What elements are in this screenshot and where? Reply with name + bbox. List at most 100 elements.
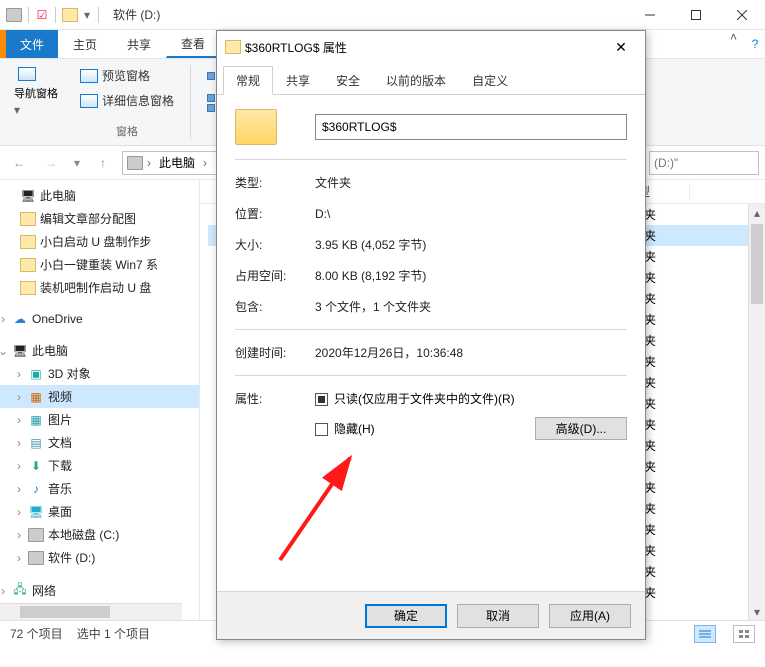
- maximize-button[interactable]: [673, 0, 719, 30]
- tab-home[interactable]: 主页: [58, 30, 112, 58]
- dialog-title: $360RTLOG$ 属性: [241, 39, 605, 56]
- contains-value: 3 个文件，1 个文件夹: [315, 298, 431, 315]
- dialog-close-button[interactable]: ✕: [605, 31, 637, 63]
- expand-icon[interactable]: ›: [14, 482, 24, 496]
- tree-onedrive[interactable]: ›☁OneDrive: [0, 309, 199, 329]
- back-button[interactable]: ←: [6, 150, 32, 176]
- folder-icon: [20, 258, 36, 272]
- advanced-button[interactable]: 高级(D)...: [535, 417, 627, 440]
- expand-icon[interactable]: ›: [14, 390, 24, 404]
- tree-network[interactable]: ›🖧网络: [0, 579, 199, 602]
- tree-music[interactable]: ›♪音乐: [0, 477, 199, 500]
- download-icon: ⬇: [28, 459, 44, 473]
- cancel-button[interactable]: 取消: [457, 604, 539, 628]
- tree-docs[interactable]: ›▤文档: [0, 431, 199, 454]
- tab-share[interactable]: 共享: [273, 66, 323, 95]
- qat-checkbox-icon[interactable]: ☑: [35, 8, 49, 22]
- quick-access-toolbar: ☑ ▾: [0, 7, 107, 23]
- expand-icon[interactable]: ›: [14, 551, 24, 565]
- apply-button[interactable]: 应用(A): [549, 604, 631, 628]
- network-icon: 🖧: [12, 584, 28, 598]
- nav-pane-button[interactable]: [14, 65, 40, 83]
- cube-icon: ▣: [28, 367, 44, 381]
- expand-icon[interactable]: ›: [0, 312, 8, 326]
- folder-icon: [20, 212, 36, 226]
- location-value: D:\: [315, 207, 330, 221]
- dialog-tabs: 常规 共享 安全 以前的版本 自定义: [217, 65, 645, 95]
- scroll-up-icon[interactable]: ▴: [749, 204, 765, 221]
- collapse-icon[interactable]: ⌄: [0, 344, 8, 358]
- details-view-button[interactable]: [694, 625, 716, 643]
- cloud-icon: ☁: [12, 312, 28, 326]
- expand-icon[interactable]: ›: [14, 413, 24, 427]
- properties-dialog: $360RTLOG$ 属性 ✕ 常规 共享 安全 以前的版本 自定义 类型:文件…: [216, 30, 646, 640]
- expand-icon[interactable]: ›: [14, 505, 24, 519]
- breadcrumb-thispc[interactable]: 此电脑: [155, 154, 199, 171]
- location-label: 位置:: [235, 205, 315, 222]
- search-input[interactable]: [654, 156, 754, 170]
- folder-icon: [225, 40, 241, 54]
- tree-thispc2[interactable]: ⌄🖥此电脑: [0, 339, 199, 362]
- help-icon[interactable]: ?: [745, 30, 765, 58]
- expand-icon[interactable]: ›: [14, 459, 24, 473]
- tree-downloads[interactable]: ›⬇下载: [0, 454, 199, 477]
- tree-ddisk[interactable]: ›软件 (D:): [0, 546, 199, 569]
- folder-name-input[interactable]: [315, 114, 627, 140]
- expand-icon[interactable]: ›: [14, 436, 24, 450]
- folder-icon: [20, 235, 36, 249]
- tree-folder[interactable]: 装机吧制作启动 U 盘: [0, 276, 199, 299]
- close-button[interactable]: [719, 0, 765, 30]
- expand-icon[interactable]: ›: [0, 584, 8, 598]
- nav-tree[interactable]: 🖥此电脑 编辑文章部分配图 小白启动 U 盘制作步 小白一键重装 Win7 系 …: [0, 180, 200, 620]
- preview-pane-button[interactable]: 预览窗格: [76, 65, 154, 86]
- type-value: 文件夹: [315, 174, 351, 191]
- scroll-thumb[interactable]: [751, 224, 763, 304]
- tree-pictures[interactable]: ›▦图片: [0, 408, 199, 431]
- icons-view-button[interactable]: [733, 625, 755, 643]
- nav-pane-label: 导航窗格: [14, 85, 58, 101]
- readonly-checkbox[interactable]: [315, 393, 328, 406]
- ok-button[interactable]: 确定: [365, 604, 447, 628]
- scroll-down-icon[interactable]: ▾: [749, 603, 765, 620]
- dialog-titlebar[interactable]: $360RTLOG$ 属性 ✕: [217, 31, 645, 63]
- expand-icon[interactable]: ›: [14, 528, 24, 542]
- search-box[interactable]: [649, 151, 759, 175]
- tree-thispc[interactable]: 🖥此电脑: [0, 184, 199, 207]
- minimize-button[interactable]: [627, 0, 673, 30]
- hidden-checkbox[interactable]: [315, 423, 328, 436]
- tab-custom[interactable]: 自定义: [459, 66, 521, 95]
- dialog-footer: 确定 取消 应用(A): [217, 591, 645, 639]
- up-button[interactable]: ↑: [90, 150, 116, 176]
- dialog-body: 类型:文件夹 位置:D:\ 大小:3.95 KB (4,052 字节) 占用空间…: [217, 95, 645, 468]
- tree-folder[interactable]: 小白启动 U 盘制作步: [0, 230, 199, 253]
- attr-label: 属性:: [235, 390, 315, 407]
- disksize-label: 占用空间:: [235, 267, 315, 284]
- tree-folder[interactable]: 编辑文章部分配图: [0, 207, 199, 230]
- forward-button[interactable]: →: [38, 150, 64, 176]
- ribbon-collapse-icon[interactable]: ˄: [722, 30, 745, 58]
- tab-share[interactable]: 共享: [112, 30, 166, 58]
- details-pane-button[interactable]: 详细信息窗格: [76, 90, 178, 111]
- status-selection: 选中 1 个项目: [77, 625, 150, 642]
- type-label: 类型:: [235, 174, 315, 191]
- disk-icon: [28, 551, 44, 565]
- tab-security[interactable]: 安全: [323, 66, 373, 95]
- tab-view[interactable]: 查看: [166, 30, 220, 58]
- tab-previous[interactable]: 以前的版本: [373, 66, 459, 95]
- tree-cdisk[interactable]: ›本地磁盘 (C:): [0, 523, 199, 546]
- doc-icon: ▤: [28, 436, 44, 450]
- tree-3d[interactable]: ›▣3D 对象: [0, 362, 199, 385]
- folder-icon: [20, 281, 36, 295]
- vscrollbar[interactable]: ▴ ▾: [748, 204, 765, 620]
- tree-folder[interactable]: 小白一键重装 Win7 系: [0, 253, 199, 276]
- tab-file[interactable]: 文件: [6, 30, 58, 58]
- size-value: 3.95 KB (4,052 字节): [315, 236, 426, 253]
- video-icon: ▦: [28, 390, 44, 404]
- recent-button[interactable]: ▾: [70, 150, 84, 176]
- tree-video[interactable]: ›▦视频: [0, 385, 199, 408]
- tree-hscrollbar[interactable]: [0, 603, 182, 620]
- titlebar: ☑ ▾ 软件 (D:): [0, 0, 765, 30]
- tab-general[interactable]: 常规: [223, 66, 273, 95]
- tree-desktop[interactable]: ›🖥桌面: [0, 500, 199, 523]
- expand-icon[interactable]: ›: [14, 367, 24, 381]
